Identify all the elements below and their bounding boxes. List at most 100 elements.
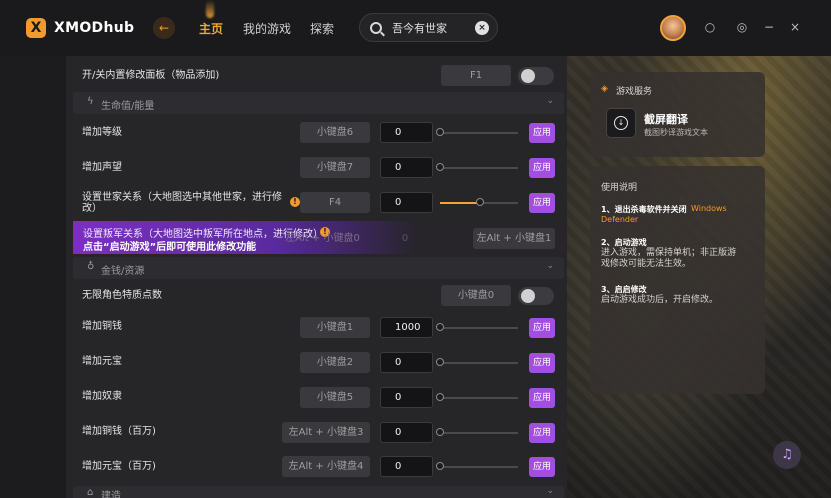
section-construction[interactable]: ⌂ 建造 ⌄ <box>73 486 564 498</box>
row-label-cont: 改） <box>82 203 102 214</box>
nav-home[interactable]: 主页 <box>199 20 223 37</box>
apply-button[interactable]: 应用 <box>529 193 555 213</box>
ghost-hotkey: 左Alt + 小键盘0 <box>285 233 360 244</box>
value-input[interactable]: 1000 <box>380 317 433 338</box>
hotkey[interactable]: 左Alt + 小键盘3 <box>282 422 370 443</box>
value-input[interactable]: 0 <box>380 352 433 373</box>
hotkey[interactable]: 小键盘5 <box>300 387 370 408</box>
help-card-title: 使用说明 <box>601 183 638 193</box>
value-slider[interactable] <box>440 432 518 434</box>
step1-title: 1、退出杀毒软件并关闭 <box>601 205 687 214</box>
section-health-energy[interactable]: ϟ 生命值/能量 ⌄ <box>73 92 564 114</box>
apply-button[interactable]: 应用 <box>529 158 555 178</box>
slider-handle[interactable] <box>436 358 444 366</box>
row-label: 增加元宝 <box>82 356 122 367</box>
service-title-icon: ◈ <box>601 84 608 94</box>
hotkey[interactable]: 小键盘6 <box>300 122 370 143</box>
clear-search-icon[interactable]: × <box>475 21 489 35</box>
value-input[interactable]: 0 <box>380 157 433 178</box>
active-nav-glow <box>206 0 214 18</box>
slider-handle[interactable] <box>436 393 444 401</box>
step1-highlight2: Defender <box>601 215 639 224</box>
avatar[interactable] <box>660 15 686 41</box>
minimize-icon[interactable]: − <box>762 20 776 34</box>
toggle-panel-switch[interactable] <box>518 67 554 85</box>
row-label: 增加奴隶 <box>82 391 122 402</box>
headset-support-icon[interactable]: ♫ <box>773 441 801 469</box>
money-bag-icon: ♁ <box>87 261 95 272</box>
toggle-knob <box>521 69 535 83</box>
back-arrow-icon[interactable]: ← <box>153 17 175 39</box>
search-input[interactable]: 吾今有世家 <box>392 20 447 36</box>
step2-body-cont: 戏修改可能无法生效。 <box>601 259 692 269</box>
nav-explore[interactable]: 探索 <box>310 20 334 37</box>
close-icon[interactable]: × <box>788 20 802 34</box>
usage-instructions-card: 使用说明 1、退出杀毒软件并关闭 Windows Defender 2、启动游戏… <box>590 166 765 394</box>
value-input[interactable]: 0 <box>380 387 433 408</box>
service-item-title[interactable]: 截屏翻译 <box>644 111 688 127</box>
settings-icon[interactable]: ◎ <box>735 20 749 34</box>
section-title: 生命值/能量 <box>101 101 155 112</box>
value-slider[interactable] <box>440 397 518 399</box>
hotkey[interactable]: 小键盘2 <box>300 352 370 373</box>
slider-handle[interactable] <box>436 462 444 470</box>
value-slider[interactable] <box>440 167 518 169</box>
apply-button[interactable]: 应用 <box>529 123 555 143</box>
row-label: 无限角色特质点数 <box>82 290 162 301</box>
row-label: 增加声望 <box>82 162 122 173</box>
hotkey[interactable]: 小键盘7 <box>300 157 370 178</box>
app-logo[interactable]: X XMODhub <box>26 18 134 38</box>
slider-handle[interactable] <box>436 163 444 171</box>
warning-icon[interactable]: ! <box>290 197 300 207</box>
chevron-down-icon[interactable]: ⌄ <box>546 261 554 271</box>
chevron-down-icon[interactable]: ⌄ <box>546 96 554 106</box>
value-input[interactable]: 0 <box>380 122 433 143</box>
row-label: 设置世家关系（大地图选中其他世家，进行修 <box>82 192 282 203</box>
slider-handle[interactable] <box>436 323 444 331</box>
screenshot-translate-button[interactable]: ↓ <box>606 108 636 138</box>
toggle-panel-label: 开/关内置修改面板（物品添加) <box>82 70 220 81</box>
nav-my-games[interactable]: 我的游戏 <box>243 20 291 37</box>
hotkey[interactable]: F4 <box>300 192 370 213</box>
section-title: 金钱/资源 <box>101 266 145 277</box>
chevron-down-icon[interactable]: ⌄ <box>546 486 554 496</box>
row-label: 增加元宝（百万) <box>82 461 156 472</box>
step3-body: 启动游戏成功后，开启修改。 <box>601 295 719 305</box>
step1-highlight: Windows <box>691 204 727 213</box>
hotkey[interactable]: 左Alt + 小键盘4 <box>282 456 370 477</box>
apply-button[interactable]: 应用 <box>529 423 555 443</box>
search-box[interactable]: 吾今有世家 × <box>359 13 498 42</box>
value-slider[interactable] <box>440 362 518 364</box>
hotkey-f1[interactable]: F1 <box>441 65 511 86</box>
hotkey[interactable]: 左Alt + 小键盘1 <box>473 228 555 249</box>
step3-title: 3、启启修改 <box>601 285 647 294</box>
row-label: 增加铜钱 <box>82 321 122 332</box>
status-icon[interactable]: ○ <box>703 20 717 34</box>
slider-handle[interactable] <box>436 428 444 436</box>
apply-button[interactable]: 应用 <box>529 388 555 408</box>
hotkey[interactable]: 小键盘0 <box>441 285 511 306</box>
app-name: XMODhub <box>54 20 135 36</box>
value-input[interactable]: 0 <box>380 192 433 213</box>
game-service-card: ◈ 游戏服务 ↓ 截屏翻译 截图秒译游戏文本 <box>590 72 765 157</box>
section-money-resources[interactable]: ♁ 金钱/资源 ⌄ <box>73 257 564 279</box>
slider-handle[interactable] <box>476 198 484 206</box>
trait-points-switch[interactable] <box>518 287 554 305</box>
row-label: 增加铜钱（百万) <box>82 426 156 437</box>
step2-body: 进入游戏，需保持单机；非正版游 <box>601 248 737 258</box>
apply-button[interactable]: 应用 <box>529 353 555 373</box>
service-card-title: 游戏服务 <box>616 87 653 97</box>
apply-button[interactable]: 应用 <box>529 457 555 477</box>
value-input[interactable]: 0 <box>380 422 433 443</box>
slider-handle[interactable] <box>436 128 444 136</box>
value-slider[interactable] <box>440 132 518 134</box>
download-circle-icon: ↓ <box>614 116 628 130</box>
ghost-value: 0 <box>401 233 409 244</box>
apply-button[interactable]: 应用 <box>529 318 555 338</box>
value-input[interactable]: 0 <box>380 456 433 477</box>
hotkey[interactable]: 小键盘1 <box>300 317 370 338</box>
section-title: 建造 <box>101 491 121 498</box>
value-slider[interactable] <box>440 327 518 329</box>
value-slider[interactable] <box>440 466 518 468</box>
tooltip-message: 点击“启动游戏”后即可使用此修改功能 <box>83 242 257 253</box>
